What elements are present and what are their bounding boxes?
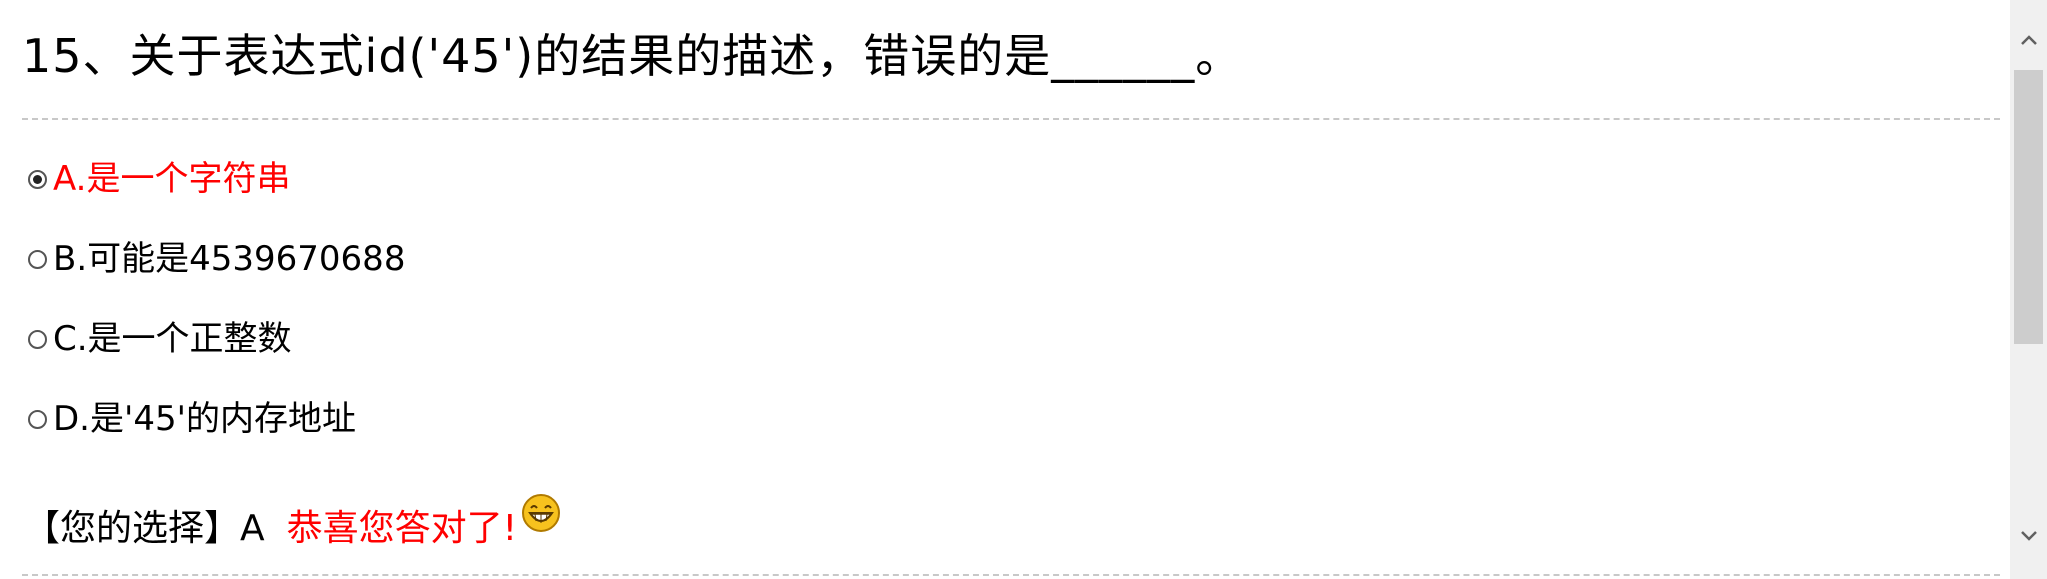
vertical-scrollbar[interactable] [2010, 0, 2047, 579]
option-c[interactable]: C.是一个正整数 [28, 317, 292, 361]
option-b-label: B.可能是4539670688 [53, 239, 406, 279]
answer-result: 【您的选择】A 恭喜您答对了! [24, 494, 561, 552]
your-choice-text: 【您的选择】A [24, 508, 265, 549]
option-b[interactable]: B.可能是4539670688 [28, 237, 405, 281]
divider [22, 118, 2000, 120]
correct-feedback: 恭喜您答对了! [286, 508, 518, 549]
grinning-face-icon [521, 493, 561, 533]
option-a[interactable]: A.是一个字符串 [28, 157, 290, 201]
radio-button-d[interactable] [28, 409, 47, 429]
option-a-label: A.是一个字符串 [53, 159, 291, 199]
divider [22, 574, 2000, 576]
chevron-up-icon [2020, 31, 2038, 50]
scroll-down-button[interactable] [2010, 518, 2047, 554]
radio-button-b[interactable] [28, 249, 47, 269]
scroll-up-button[interactable] [2010, 22, 2047, 58]
option-c-label: C.是一个正整数 [53, 319, 292, 359]
quiz-page: 15、关于表达式id('45')的结果的描述，错误的是______。 A.是一个… [0, 0, 2047, 579]
option-d[interactable]: D.是'45'的内存地址 [28, 397, 356, 441]
question-text: 15、关于表达式id('45')的结果的描述，错误的是______。 [22, 29, 1243, 83]
chevron-down-icon [2020, 527, 2038, 546]
option-d-label: D.是'45'的内存地址 [53, 399, 356, 439]
radio-button-c[interactable] [28, 329, 47, 349]
radio-button-a[interactable] [28, 169, 47, 189]
scroll-thumb[interactable] [2014, 70, 2043, 344]
question-panel: 15、关于表达式id('45')的结果的描述，错误的是______。 A.是一个… [0, 0, 2008, 579]
